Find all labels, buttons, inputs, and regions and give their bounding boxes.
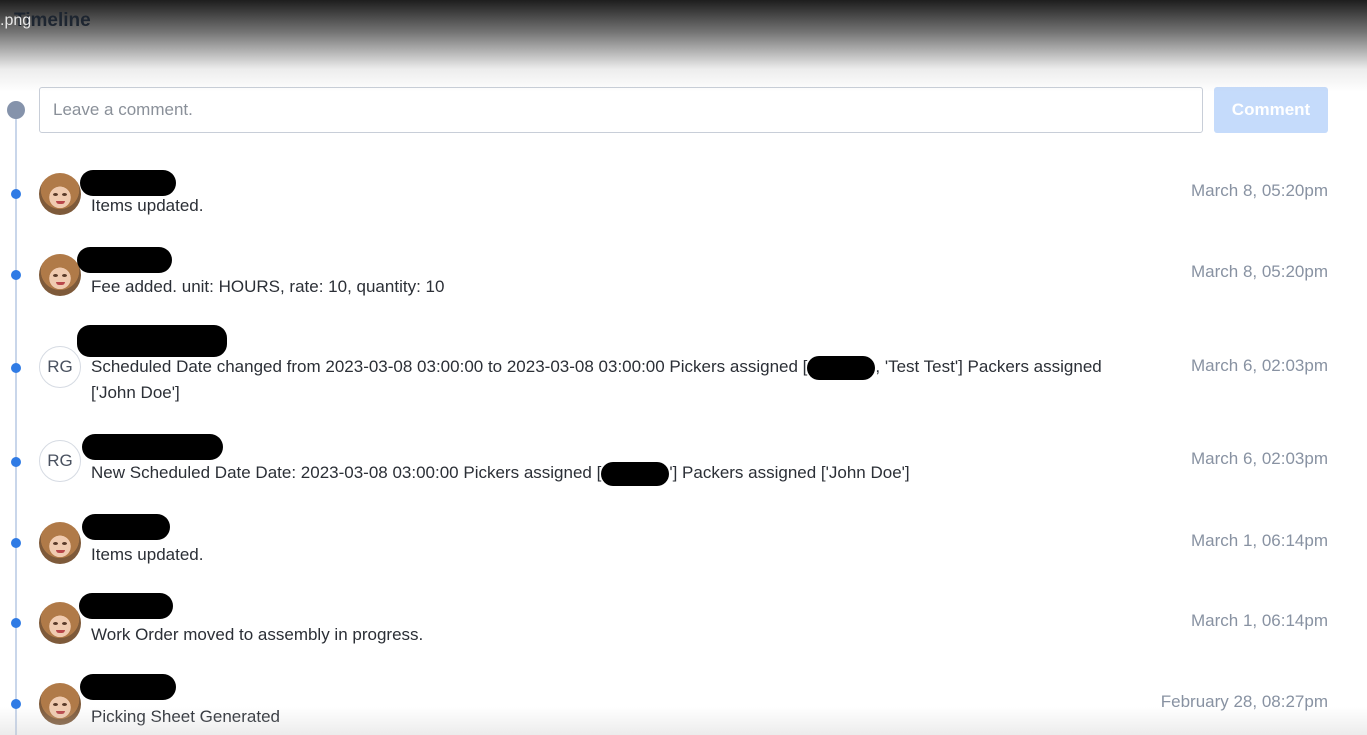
entry-message: Scheduled Date changed from 2023-03-08 0… xyxy=(91,354,1131,406)
entry-timestamp: March 6, 02:03pm xyxy=(1190,449,1328,468)
entry-timestamp: March 8, 05:20pm xyxy=(1190,181,1328,200)
entry-message-text: '] Packers assigned ['John Doe'] xyxy=(669,463,910,482)
comment-button[interactable]: Comment xyxy=(1214,87,1328,133)
entry-message-text: Scheduled Date changed from 2023-03-08 0… xyxy=(91,357,808,376)
entry-timestamp: March 8, 05:20pm xyxy=(1190,262,1328,281)
redacted-user-name xyxy=(82,434,223,460)
timeline-dot xyxy=(11,270,21,280)
redacted-user-name xyxy=(80,674,176,700)
redacted-user-name xyxy=(77,325,227,357)
user-avatar xyxy=(39,254,81,296)
redacted-picker-name xyxy=(807,355,876,380)
redacted-user-name xyxy=(77,247,172,273)
timeline-dot xyxy=(11,699,21,709)
entry-message: New Scheduled Date Date: 2023-03-08 03:0… xyxy=(91,460,1131,486)
entry-timestamp: March 6, 02:03pm xyxy=(1190,356,1328,375)
user-avatar xyxy=(39,522,81,564)
file-name-label: .png xyxy=(0,12,32,29)
comment-marker-dot xyxy=(7,101,25,119)
entry-message: Work Order moved to assembly in progress… xyxy=(91,625,424,644)
entry-message: Picking Sheet Generated xyxy=(91,707,281,726)
entry-message: Items updated. xyxy=(91,545,204,564)
user-avatar xyxy=(39,173,81,215)
timeline-dot xyxy=(11,618,21,628)
timeline-dot xyxy=(11,363,21,373)
entry-timestamp: February 28, 08:27pm xyxy=(1160,692,1328,711)
redacted-user-name xyxy=(79,593,173,619)
timeline-dot xyxy=(11,457,21,467)
entry-message-text: New Scheduled Date Date: 2023-03-08 03:0… xyxy=(91,463,602,482)
timeline-line xyxy=(15,110,17,735)
timeline-dot xyxy=(11,189,21,199)
entry-message: Fee added. unit: HOURS, rate: 10, quanti… xyxy=(91,277,445,296)
viewer-top-overlay xyxy=(0,0,1367,92)
entry-timestamp: March 1, 06:14pm xyxy=(1190,611,1328,630)
user-avatar xyxy=(39,602,81,644)
timeline-dot xyxy=(11,538,21,548)
redacted-user-name xyxy=(82,514,170,540)
comment-input[interactable] xyxy=(39,87,1203,133)
user-avatar xyxy=(39,683,81,725)
user-initials-avatar: RG xyxy=(39,346,81,388)
user-initials-avatar: RG xyxy=(39,440,81,482)
redacted-picker-name xyxy=(601,461,670,486)
entry-timestamp: March 1, 06:14pm xyxy=(1190,531,1328,550)
entry-message: Items updated. xyxy=(91,196,204,215)
